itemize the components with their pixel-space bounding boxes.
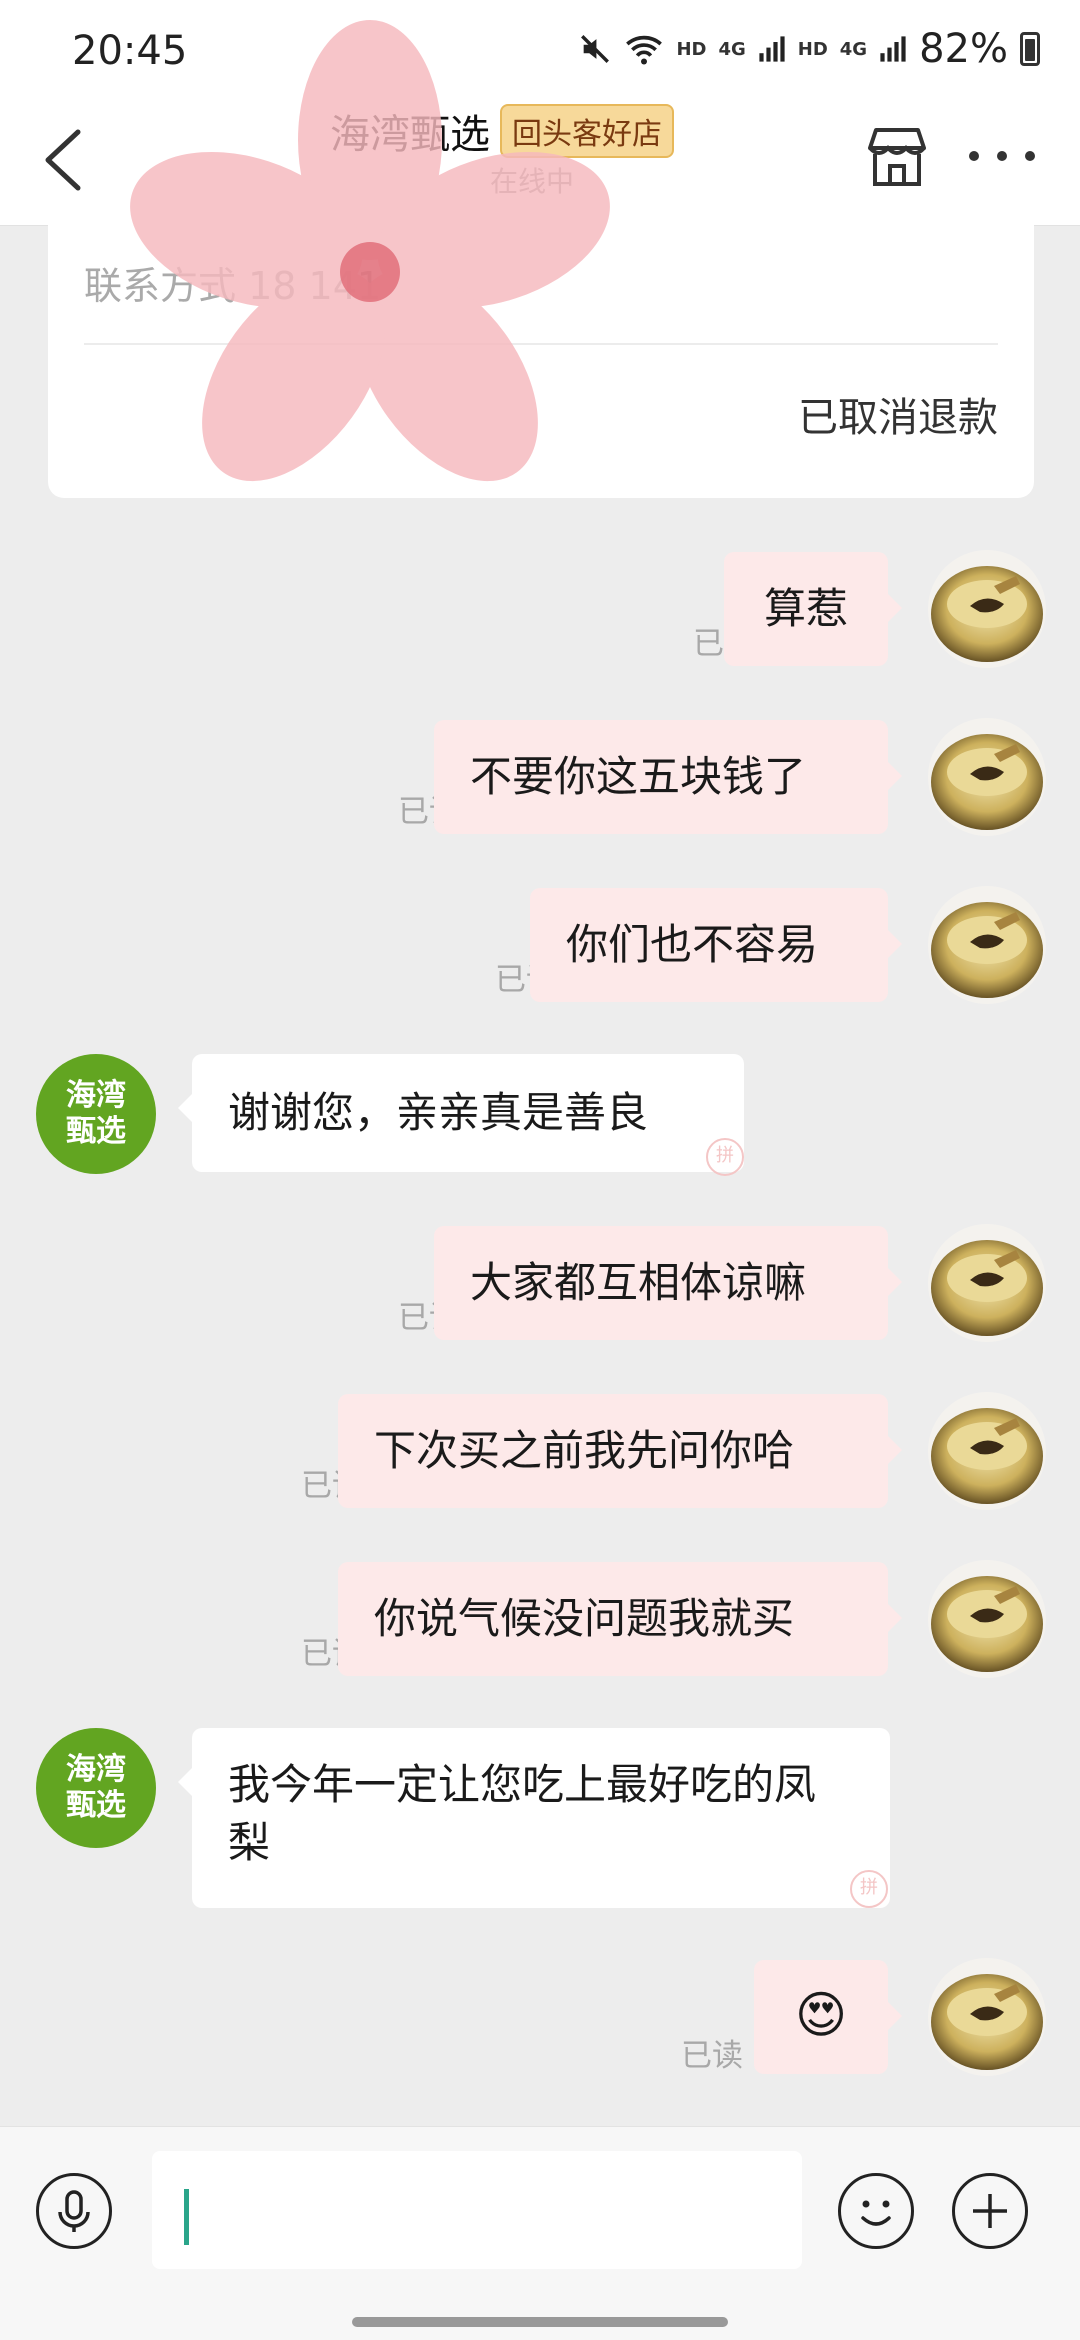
wifi-icon xyxy=(626,35,663,65)
battery-percent: 82% xyxy=(919,26,1008,72)
user-avatar[interactable] xyxy=(928,886,1046,1004)
title-group: 海湾甄选 回头客好店 xyxy=(330,102,674,160)
message-bubble-outgoing[interactable]: 下次买之前我先问你哈 xyxy=(338,1394,902,1508)
message-bubble-outgoing[interactable]: 算惹 xyxy=(724,552,902,666)
message-bubble-outgoing[interactable]: 大家都互相体谅嘛 xyxy=(434,1226,902,1340)
shop-avatar-label: 海湾 甄选 xyxy=(66,1078,126,1149)
hd-label-2: HD xyxy=(797,38,828,60)
message-bubble-incoming[interactable]: 谢谢您，亲亲真是善良 xyxy=(178,1054,744,1172)
microphone-icon[interactable] xyxy=(36,2173,112,2249)
message-bubble-outgoing[interactable]: 你说气候没问题我就买 xyxy=(338,1562,902,1676)
shop-avatar[interactable]: 海湾 甄选 xyxy=(36,1054,156,1174)
read-receipt: 已读 xyxy=(681,2038,743,2074)
net-label-1: 4G xyxy=(718,38,746,60)
online-status: 在线中 xyxy=(490,165,575,198)
emoji-message-bubble[interactable]: 😍 xyxy=(754,1960,902,2074)
hd-label-1: HD xyxy=(676,38,707,60)
shop-avatar[interactable]: 海湾 甄选 xyxy=(36,1728,156,1848)
shop-title[interactable]: 海湾甄选 xyxy=(330,102,490,160)
refund-card[interactable]: 联系方式 18 141 已取消退款 xyxy=(48,225,1034,498)
card-divider xyxy=(84,343,998,345)
message-bubble-outgoing[interactable]: 不要你这五块钱了 xyxy=(434,720,902,834)
more-icon[interactable] xyxy=(962,136,1042,176)
user-avatar[interactable] xyxy=(928,1392,1046,1510)
text-cursor xyxy=(184,2189,189,2245)
message-text-input[interactable] xyxy=(152,2151,802,2269)
signal-icon-1 xyxy=(759,36,785,62)
message-bubble-outgoing[interactable]: 你们也不容易 xyxy=(530,888,902,1002)
platform-watermark-icon: 拼 xyxy=(850,1870,888,1908)
home-indicator[interactable] xyxy=(352,2317,728,2327)
mute-icon xyxy=(581,35,610,63)
back-button[interactable] xyxy=(36,120,96,200)
net-label-2: 4G xyxy=(839,38,868,60)
message-bubble-incoming[interactable]: 我今年一定让您吃上最好吃的凤梨 xyxy=(178,1728,890,1908)
user-avatar[interactable] xyxy=(928,1224,1046,1342)
message-input-bar xyxy=(0,2126,1080,2340)
signal-icon-2 xyxy=(880,36,906,62)
status-time: 20:45 xyxy=(72,28,188,74)
user-avatar[interactable] xyxy=(928,550,1046,668)
platform-watermark-icon: 拼 xyxy=(706,1138,744,1176)
status-bar: 20:45 HD 4G HD 4G 82% xyxy=(0,0,1080,100)
chat-header: 海湾甄选 回头客好店 在线中 xyxy=(0,100,1080,226)
contact-info: 联系方式 18 141 xyxy=(84,264,382,308)
battery-icon xyxy=(1020,32,1040,66)
smiley-icon[interactable] xyxy=(838,2173,914,2249)
repeat-customer-badge: 回头客好店 xyxy=(500,104,674,158)
shop-avatar-label: 海湾 甄选 xyxy=(66,1752,126,1823)
user-avatar[interactable] xyxy=(928,1560,1046,1678)
plus-icon[interactable] xyxy=(952,2173,1028,2249)
store-icon[interactable] xyxy=(862,122,932,192)
status-icons: HD 4G HD 4G 82% xyxy=(578,26,1040,72)
refund-status: 已取消退款 xyxy=(798,395,998,441)
user-avatar[interactable] xyxy=(928,1958,1046,2076)
user-avatar[interactable] xyxy=(928,718,1046,836)
